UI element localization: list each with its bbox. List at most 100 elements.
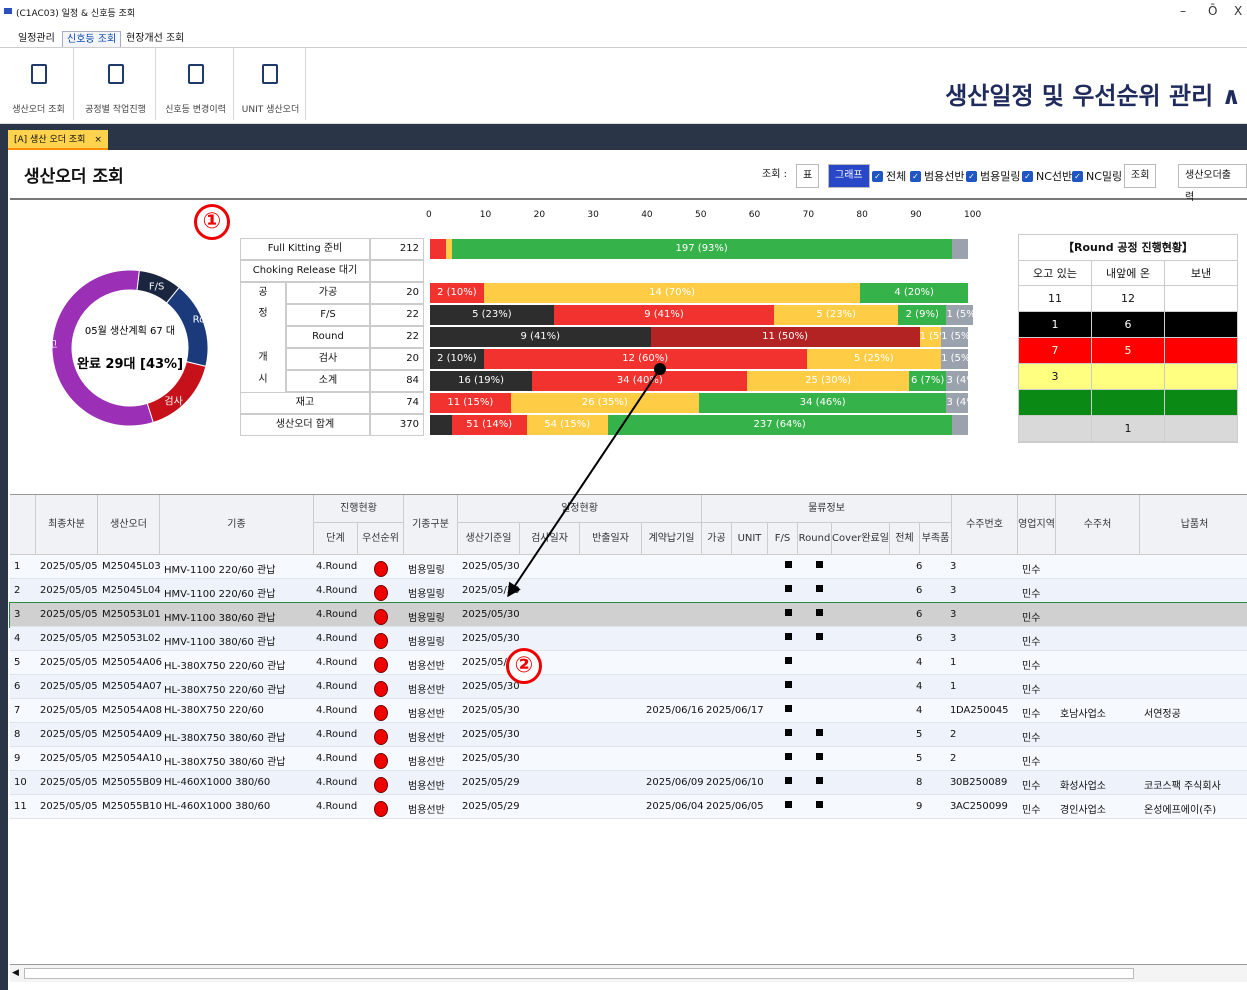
table-row[interactable]: 10 2025/05/05 M25055B09 HL-460X1000 380/60 4… (10, 771, 1247, 795)
view-graph-button[interactable]: 그래프 (828, 164, 870, 188)
bar-segment: 197 (93%) (451, 239, 952, 259)
filter-all-checkbox[interactable]: ✓ 전체 (872, 168, 906, 184)
view-label: 조회 : (756, 164, 793, 188)
table-row[interactable]: 9 2025/05/05 M25054A10 HL-380X750 380/60 관납… (10, 747, 1247, 771)
column-header[interactable]: F/S (768, 523, 798, 555)
bar-segment: 3 (4%) (946, 393, 968, 413)
table-cell: 3 (950, 777, 957, 788)
filter-nc-milling-checkbox[interactable]: ✓ NC밀링 (1072, 168, 1122, 184)
fs-complete-icon (785, 681, 792, 688)
table-cell: 2025/05/29 (462, 777, 520, 788)
table-cell: 4.Round (316, 753, 358, 764)
round-complete-icon (816, 609, 823, 616)
grid-corner[interactable] (10, 495, 36, 555)
filter-lathe-checkbox[interactable]: ✓ 범용선반 (910, 168, 964, 184)
column-header[interactable]: 반출일자 (580, 523, 642, 555)
axis-tick-label: 90 (910, 210, 922, 220)
scroll-left-icon[interactable]: ◀ (12, 968, 19, 978)
column-header[interactable]: 최종차분 (36, 495, 98, 555)
restore-button[interactable]: Ō (1208, 4, 1217, 18)
bar-row-label: F/S (286, 304, 370, 326)
column-header[interactable]: 부족품 (920, 523, 952, 555)
minimize-button[interactable]: – (1180, 4, 1186, 18)
table-row[interactable]: 5 2025/05/05 M25054A06 HL-380X750 220/60 관납… (10, 651, 1247, 675)
donut-center-subtitle: 05월 생산계획 67 대 (85, 325, 175, 337)
table-cell: 4 (916, 657, 923, 668)
group-header-schedule[interactable]: 일정현황 (458, 495, 702, 523)
priority-red-icon (374, 753, 388, 769)
column-header[interactable]: 영업지역 (1018, 495, 1056, 555)
round-table-cell (1165, 338, 1237, 363)
ribbon-process-progress-button[interactable]: 공정별 작업진행 (76, 48, 156, 120)
fs-complete-icon (785, 633, 792, 640)
scroll-thumb[interactable] (24, 968, 1134, 979)
column-header[interactable]: 단계 (314, 523, 358, 555)
group-header-progress[interactable]: 진행현황 (314, 495, 404, 523)
column-header[interactable]: 검사일자 (520, 523, 580, 555)
column-header[interactable]: 기종구분 (404, 495, 458, 555)
menu-tab-improvement[interactable]: 현장개선 조회 (122, 31, 188, 47)
column-header[interactable]: Round (798, 523, 832, 555)
table-cell: 경인사업소 (1060, 805, 1106, 816)
priority-red-icon (374, 801, 388, 817)
checkbox-icon: ✓ (872, 170, 883, 182)
round-table-cell: 7 (1019, 338, 1092, 363)
filter-label: 범용선반 (924, 170, 965, 183)
close-tab-icon[interactable]: × (94, 135, 102, 145)
row-number: 5 (14, 657, 21, 668)
column-header[interactable]: 생산기준일 (458, 523, 520, 555)
table-cell: 범용선반 (408, 685, 445, 696)
table-cell: 2025/05/30 (462, 729, 520, 740)
group-header-logistics[interactable]: 물류정보 (702, 495, 952, 523)
table-cell: 민수 (1022, 637, 1041, 648)
filter-nc-lathe-checkbox[interactable]: ✓ NC선반 (1022, 168, 1072, 184)
table-cell: 2025/06/17 (706, 705, 764, 716)
menu-tab-signal[interactable]: 신호등 조회 (62, 31, 122, 47)
table-cell: 0B250089 (956, 777, 1008, 788)
column-header[interactable]: 기종 (160, 495, 314, 555)
filter-milling-checkbox[interactable]: ✓ 범용밀링 (966, 168, 1020, 184)
table-cell: 2025/05/05 (40, 657, 98, 668)
menu-tab-schedule[interactable]: 일정관리 (14, 31, 59, 47)
table-row[interactable]: 2 2025/05/05 M25045L04 HMV-1100 220/60 관납 4.… (10, 579, 1247, 603)
column-header[interactable]: 계약납기일 (642, 523, 702, 555)
view-table-button[interactable]: 표 (796, 164, 820, 188)
horizontal-scrollbar[interactable]: ◀ (10, 964, 1247, 982)
ribbon-order-query-button[interactable]: 생산오더 조회 (4, 48, 74, 120)
table-row[interactable]: 8 2025/05/05 M25054A09 HL-380X750 380/60 관납… (10, 723, 1247, 747)
table-row[interactable]: 7 2025/05/05 M25054A08 HL-380X750 220/60 4.R… (10, 699, 1247, 723)
table-row[interactable]: 6 2025/05/05 M25054A07 HL-380X750 220/60 관납… (10, 675, 1247, 699)
column-header[interactable]: 가공 (702, 523, 732, 555)
round-table-cell: 1 (1019, 312, 1092, 337)
row-number: 8 (14, 729, 21, 740)
column-header[interactable]: UNIT (732, 523, 768, 555)
search-button[interactable]: 조회 (1124, 164, 1157, 188)
bar-row-label: Choking Release 대기 (240, 260, 370, 282)
priority-red-icon (374, 585, 388, 601)
priority-red-icon (374, 705, 388, 721)
ribbon-signal-history-button[interactable]: 신호등 변경이력 (158, 48, 234, 120)
close-button[interactable]: X (1234, 4, 1242, 18)
column-header[interactable]: 생산오더 (98, 495, 160, 555)
table-row[interactable]: 1 2025/05/05 M25045L03 HMV-1100 220/60 관납 4.… (10, 555, 1247, 579)
ribbon-unit-order-button[interactable]: UNIT 생산오더 (236, 48, 306, 120)
checkbox-icon: ✓ (966, 170, 977, 182)
column-header[interactable]: 수주처 (1056, 495, 1140, 555)
column-header[interactable]: 우선순위 (358, 523, 404, 555)
column-header[interactable]: 전체 (890, 523, 920, 555)
table-row[interactable]: 3 2025/05/05 M25053L01 HMV-1100 380/60 관납 4.… (9, 602, 1247, 628)
table-cell: 범용선반 (408, 661, 445, 672)
doc-tab-order-query[interactable]: [A] 생산 오더 조회 × (8, 130, 108, 150)
bar-segment: 34 (40%) (532, 371, 748, 391)
table-row[interactable]: 11 2025/05/05 M25055B10 HL-460X1000 380/60 4… (10, 795, 1247, 819)
round-complete-icon (816, 801, 823, 808)
column-header[interactable]: 수주번호 (952, 495, 1018, 555)
table-cell: 온성에프에이(주) (1144, 805, 1217, 816)
column-header[interactable]: Cover완료일 (832, 523, 890, 555)
donut-slice-label: F/S (149, 281, 164, 292)
table-row[interactable]: 4 2025/05/05 M25053L02 HMV-1100 380/60 관납 4.… (10, 627, 1247, 651)
filter-label: NC밀링 (1086, 170, 1123, 183)
column-header[interactable]: 납품처 (1140, 495, 1247, 555)
print-order-button[interactable]: 생산오더출력 (1178, 164, 1247, 203)
round-table-row: 16 (1019, 312, 1237, 338)
